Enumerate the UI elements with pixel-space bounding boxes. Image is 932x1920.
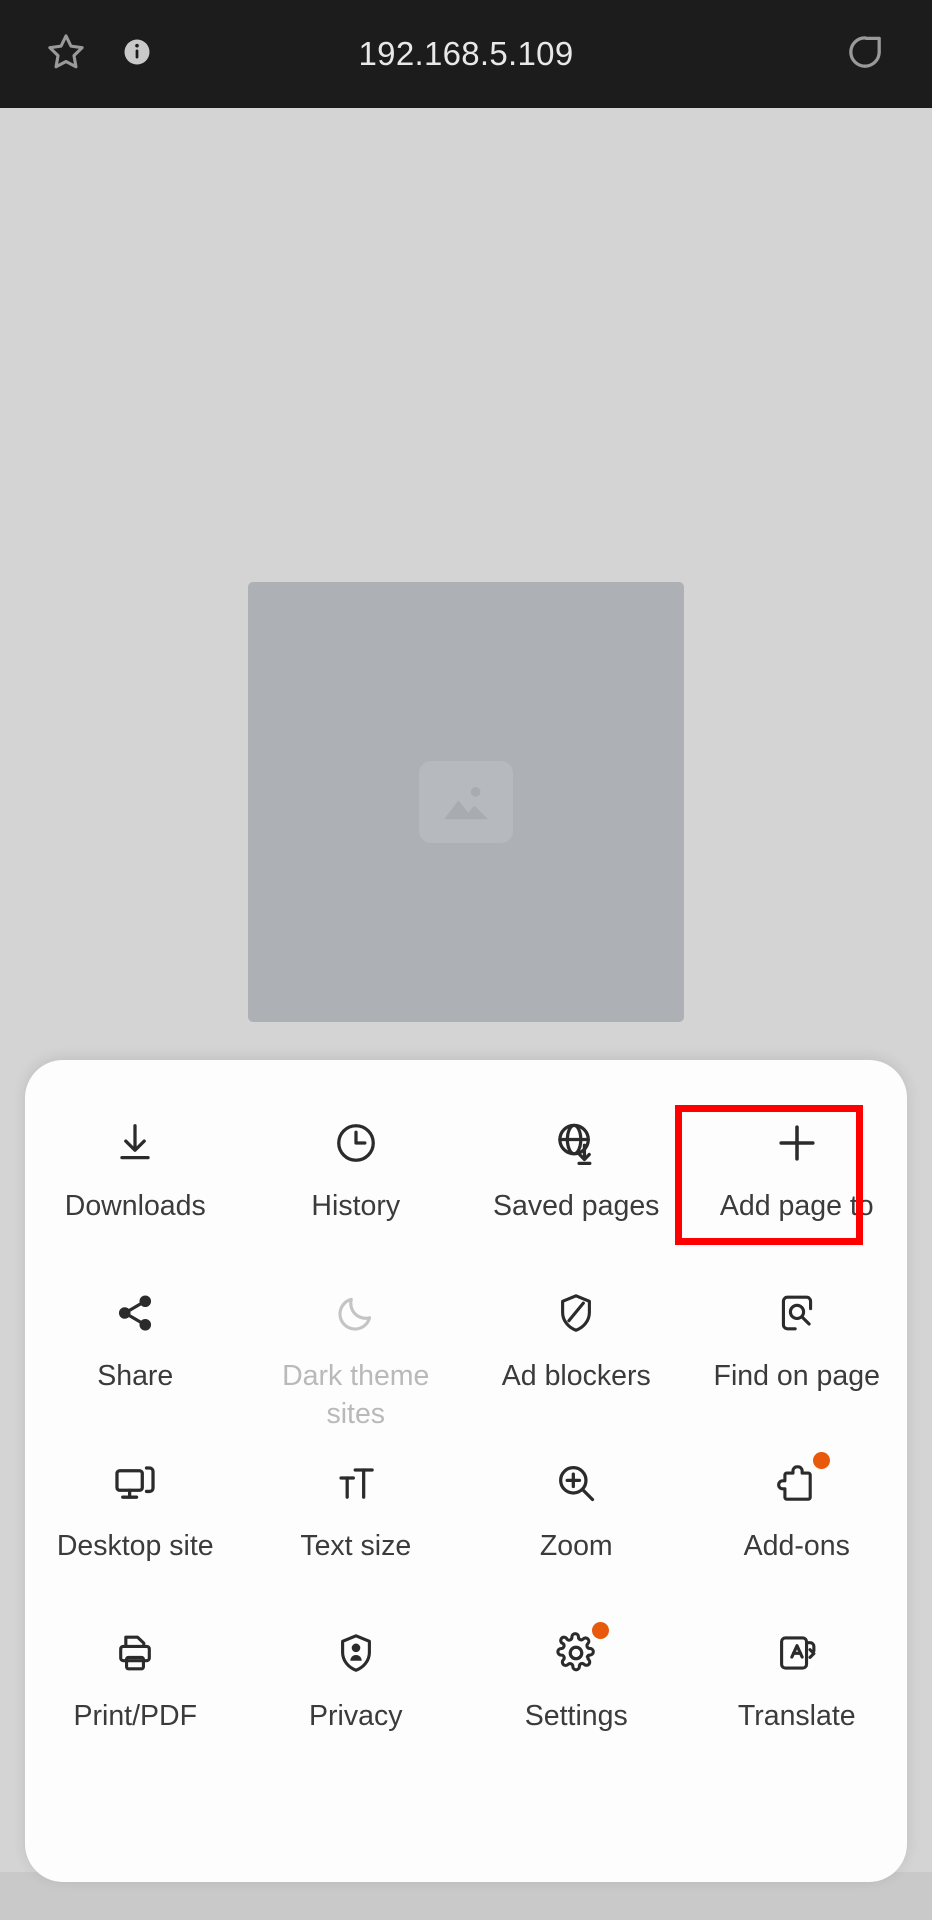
- menu-label: Zoom: [539, 1530, 613, 1562]
- star-icon[interactable]: [44, 30, 88, 79]
- menu-label: Add-ons: [743, 1530, 850, 1562]
- translate-icon: [768, 1624, 826, 1682]
- menu-label: Settings: [524, 1700, 628, 1732]
- menu-item-share[interactable]: Share: [25, 1266, 246, 1436]
- image-placeholder-icon: [419, 761, 513, 843]
- menu-label: Desktop site: [56, 1530, 214, 1562]
- menu-item-add-ons[interactable]: Add-ons: [687, 1436, 908, 1606]
- menu-item-history[interactable]: History: [246, 1096, 467, 1266]
- globe-save-icon: [547, 1114, 605, 1172]
- menu-grid: Downloads History Saved pages Add page t…: [25, 1060, 907, 1776]
- printer-icon: [106, 1624, 164, 1682]
- broken-image-placeholder: [248, 582, 684, 1022]
- menu-label: Print/PDF: [73, 1700, 198, 1732]
- menu-label: Downloads: [64, 1190, 206, 1222]
- menu-label: Share: [97, 1360, 174, 1392]
- menu-item-desktop-site[interactable]: Desktop site: [25, 1436, 246, 1606]
- monitor-icon: [106, 1454, 164, 1512]
- share-icon: [106, 1284, 164, 1342]
- menu-item-add-page-to[interactable]: Add page to: [687, 1096, 908, 1266]
- download-icon: [106, 1114, 164, 1172]
- menu-label: Dark theme sites: [282, 1360, 430, 1430]
- notification-badge-dot: [812, 1452, 830, 1469]
- menu-item-dark-theme-sites[interactable]: Dark theme sites: [246, 1266, 467, 1436]
- menu-label: Privacy: [309, 1700, 403, 1732]
- menu-label: Find on page: [713, 1360, 880, 1392]
- menu-label: Add page to: [719, 1190, 874, 1222]
- menu-label: History: [311, 1190, 401, 1222]
- menu-item-downloads[interactable]: Downloads: [25, 1096, 246, 1266]
- menu-label: Text size: [300, 1530, 412, 1562]
- plus-icon: [768, 1114, 826, 1172]
- shield-person-icon: [327, 1624, 385, 1682]
- menu-item-text-size[interactable]: Text size: [246, 1436, 467, 1606]
- menu-item-saved-pages[interactable]: Saved pages: [466, 1096, 687, 1266]
- find-page-icon: [768, 1284, 826, 1342]
- toolbar-right-group: [842, 29, 888, 80]
- toolbar-left-group: [44, 30, 152, 79]
- text-size-icon: [327, 1454, 385, 1512]
- zoom-in-icon: [547, 1454, 605, 1512]
- shield-slash-icon: [547, 1284, 605, 1342]
- moon-icon: [327, 1284, 385, 1342]
- browser-toolbar: 192.168.5.109: [0, 0, 932, 108]
- menu-label: Translate: [737, 1700, 856, 1732]
- menu-item-ad-blockers[interactable]: Ad blockers: [466, 1266, 687, 1436]
- menu-item-translate[interactable]: Translate: [687, 1606, 908, 1776]
- clock-icon: [327, 1114, 385, 1172]
- menu-item-print-pdf[interactable]: Print/PDF: [25, 1606, 246, 1776]
- puzzle-icon: [768, 1452, 830, 1512]
- reload-icon[interactable]: [842, 29, 888, 80]
- menu-item-find-on-page[interactable]: Find on page: [687, 1266, 908, 1436]
- menu-item-privacy[interactable]: Privacy: [246, 1606, 467, 1776]
- notification-badge-dot: [592, 1622, 610, 1639]
- menu-item-zoom[interactable]: Zoom: [466, 1436, 687, 1606]
- browser-menu-sheet: Downloads History Saved pages Add page t…: [25, 1060, 907, 1882]
- menu-item-settings[interactable]: Settings: [466, 1606, 687, 1776]
- menu-label: Ad blockers: [501, 1360, 651, 1392]
- gear-icon: [547, 1622, 610, 1682]
- info-icon[interactable]: [122, 37, 152, 72]
- menu-label: Saved pages: [493, 1190, 660, 1222]
